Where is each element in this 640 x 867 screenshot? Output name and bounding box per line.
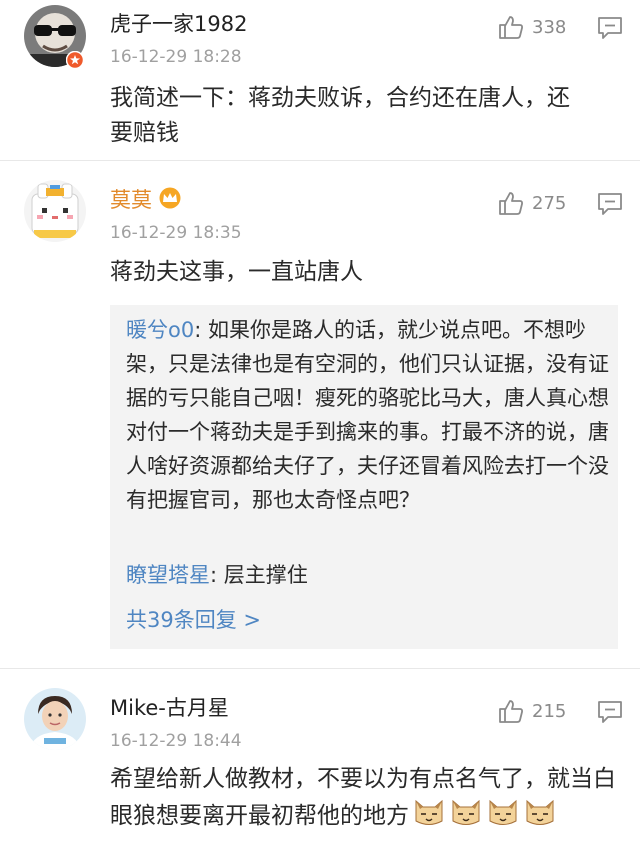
timestamp: 16-12-29 18:44 xyxy=(110,731,242,751)
comment-text: 我简述一下：蒋劲夫败诉，合约还在唐人，还要赔钱 xyxy=(110,85,570,146)
cat-emoji-icon xyxy=(489,799,517,825)
like-button[interactable]: 275 xyxy=(498,188,566,218)
like-count: 215 xyxy=(532,700,567,722)
view-more-replies-link[interactable]: 共39条回复 > xyxy=(126,603,261,637)
reply-username[interactable]: 瞭望塔星 xyxy=(126,563,210,587)
username[interactable]: 莫莫 xyxy=(110,186,182,214)
like-button[interactable]: 215 xyxy=(498,696,566,726)
verified-badge-icon xyxy=(66,51,84,69)
username[interactable]: Mike-古月星 xyxy=(110,694,229,722)
thumbs-up-icon xyxy=(499,700,523,723)
avatar[interactable] xyxy=(24,688,86,750)
divider xyxy=(0,668,640,669)
comment-text: 蒋劲夫这事，一直站唐人 xyxy=(110,259,363,285)
username[interactable]: 虎子一家1982 xyxy=(110,10,247,38)
timestamp: 16-12-29 18:35 xyxy=(110,223,242,243)
reply-box: 暖兮o0: 如果你是路人的话，就少说点吧。不想吵架，只是法律也是有空洞的，他们只… xyxy=(110,305,618,649)
thumbs-up-icon xyxy=(499,16,523,39)
username-text: 莫莫 xyxy=(110,188,152,212)
timestamp: 16-12-29 18:28 xyxy=(110,47,242,67)
cat-emoji-icon xyxy=(415,799,443,825)
like-count: 275 xyxy=(532,192,567,214)
reply-text: : 如果你是路人的话，就少说点吧。不想吵架，只是法律也是有空洞的，他们只认证据，… xyxy=(126,318,609,512)
avatar[interactable] xyxy=(24,180,86,242)
reply-item: 瞭望塔星: 层主撑住 xyxy=(126,558,610,592)
like-button[interactable]: 338 xyxy=(498,12,566,42)
comment-icon[interactable] xyxy=(597,192,623,216)
reply-item: 暖兮o0: 如果你是路人的话，就少说点吧。不想吵架，只是法律也是有空洞的，他们只… xyxy=(126,313,610,517)
divider xyxy=(0,160,640,161)
thumbs-up-icon xyxy=(499,192,523,215)
cat-emoji-icon xyxy=(526,799,554,825)
crown-badge-icon xyxy=(159,187,181,209)
comment-text: 希望给新人做教材，不要以为有点名气了，就当白眼狼想要离开最初帮他的地方 xyxy=(110,762,625,834)
comment-icon[interactable] xyxy=(597,16,623,40)
reply-text: : 层主撑住 xyxy=(210,563,308,587)
reply-username[interactable]: 暖兮o0 xyxy=(126,318,194,342)
cat-emoji-icon xyxy=(452,799,480,825)
comment-icon[interactable] xyxy=(597,700,623,724)
like-count: 338 xyxy=(532,16,567,38)
